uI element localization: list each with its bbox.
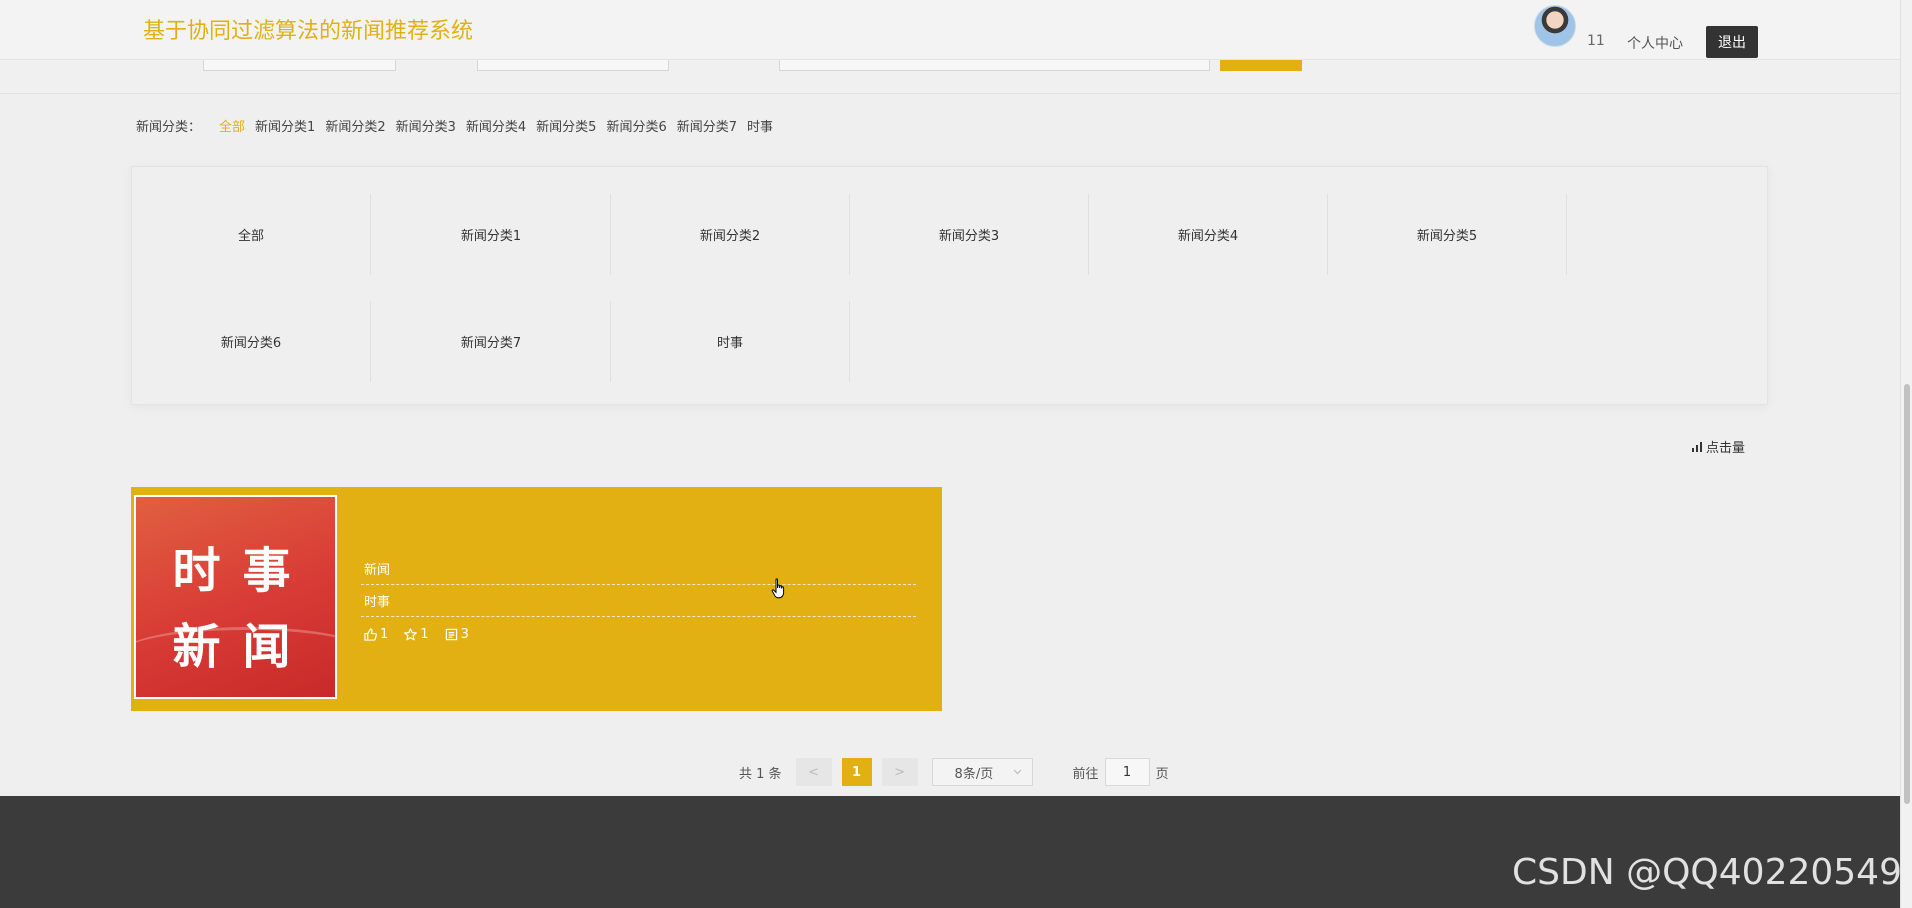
search-button[interactable] bbox=[1220, 60, 1302, 71]
prev-page-button[interactable]: < bbox=[795, 758, 832, 786]
category-cell-4[interactable]: 新闻分类4 bbox=[1089, 194, 1328, 275]
filter-item-cat2[interactable]: 新闻分类2 bbox=[325, 116, 385, 135]
category-cell-all[interactable]: 全部 bbox=[132, 194, 371, 275]
page-size-value: 8条/页 bbox=[954, 766, 994, 782]
views-icon bbox=[445, 628, 457, 641]
category-cell-6[interactable]: 新闻分类6 bbox=[132, 301, 371, 382]
filter-item-cat5[interactable]: 新闻分类5 bbox=[536, 116, 596, 135]
favorites-count: 1 bbox=[420, 627, 429, 642]
category-grid: 全部 新闻分类1 新闻分类2 新闻分类3 新闻分类4 新闻分类5 新闻分类6 新… bbox=[131, 166, 1768, 405]
filter-item-all[interactable]: 全部 bbox=[219, 116, 245, 135]
category-cell-3[interactable]: 新闻分类3 bbox=[850, 194, 1089, 275]
thumbnail-text: 时事 新闻 bbox=[172, 543, 313, 675]
logout-button[interactable]: 退出 bbox=[1706, 26, 1758, 58]
watermark: CSDN @QQ402205496 bbox=[1512, 852, 1912, 893]
news-info: 新闻 时事 1 1 3 bbox=[361, 553, 916, 642]
page-jump: 前往 页 bbox=[1073, 758, 1169, 786]
scrollbar-thumb[interactable] bbox=[1904, 384, 1910, 804]
likes-count: 1 bbox=[380, 627, 389, 642]
views-stat: 3 bbox=[445, 627, 469, 642]
category-filter: 新闻分类： 全部 新闻分类1 新闻分类2 新闻分类3 新闻分类4 新闻分类5 新… bbox=[136, 116, 773, 135]
views-count: 3 bbox=[460, 627, 469, 642]
thumbs-up-icon bbox=[364, 628, 377, 641]
username: 11 bbox=[1587, 33, 1605, 49]
pagination-total: 共 1 条 bbox=[739, 766, 782, 782]
news-title[interactable]: 新闻 bbox=[361, 553, 916, 585]
news-category: 时事 bbox=[361, 585, 916, 617]
search-input-title[interactable] bbox=[203, 60, 396, 71]
news-card[interactable]: 时事 新闻 新闻 时事 1 1 3 bbox=[131, 487, 942, 711]
next-page-button[interactable]: > bbox=[881, 758, 918, 786]
star-icon bbox=[404, 628, 418, 641]
chevron-down-icon bbox=[1013, 769, 1021, 775]
favorites-stat: 1 bbox=[404, 627, 429, 642]
sort-label: 点击量 bbox=[1706, 441, 1746, 456]
filter-item-cat1[interactable]: 新闻分类1 bbox=[255, 116, 315, 135]
user-avatar[interactable] bbox=[1534, 5, 1576, 47]
filter-item-cat3[interactable]: 新闻分类3 bbox=[396, 116, 456, 135]
goto-suffix: 页 bbox=[1155, 766, 1169, 782]
chart-icon bbox=[1692, 441, 1702, 452]
filter-item-cat6[interactable]: 新闻分类6 bbox=[606, 116, 666, 135]
filter-item-current[interactable]: 时事 bbox=[747, 116, 773, 135]
filter-item-cat4[interactable]: 新闻分类4 bbox=[466, 116, 526, 135]
page-size-select[interactable]: 8条/页 bbox=[931, 758, 1033, 786]
goto-page-input[interactable] bbox=[1104, 758, 1150, 786]
page-number-current[interactable]: 1 bbox=[841, 758, 872, 786]
search-input-category[interactable] bbox=[477, 60, 669, 71]
category-cell-5[interactable]: 新闻分类5 bbox=[1328, 194, 1567, 275]
vertical-scrollbar[interactable] bbox=[1900, 0, 1912, 908]
category-cell-7[interactable]: 新闻分类7 bbox=[372, 301, 611, 382]
news-stats: 1 1 3 bbox=[361, 627, 916, 642]
personal-center-link[interactable]: 个人中心 bbox=[1627, 33, 1683, 53]
goto-label: 前往 bbox=[1072, 766, 1099, 782]
search-input-keyword[interactable] bbox=[779, 60, 1210, 71]
category-cell-1[interactable]: 新闻分类1 bbox=[372, 194, 611, 275]
likes-stat: 1 bbox=[364, 627, 388, 642]
sort-by-clicks[interactable]: 点击量 bbox=[1691, 437, 1745, 456]
pagination: 共 1 条 < 1 > 8条/页 前往 页 bbox=[739, 758, 1169, 786]
filter-label: 新闻分类： bbox=[136, 120, 202, 135]
site-title[interactable]: 基于协同过滤算法的新闻推荐系统 bbox=[143, 13, 473, 45]
category-cell-2[interactable]: 新闻分类2 bbox=[611, 194, 850, 275]
category-cell-current[interactable]: 时事 bbox=[611, 301, 850, 382]
top-header: 基于协同过滤算法的新闻推荐系统 11 个人中心 退出 bbox=[0, 0, 1900, 60]
filter-item-cat7[interactable]: 新闻分类7 bbox=[677, 116, 737, 135]
hand-cursor-icon bbox=[771, 578, 785, 599]
news-thumbnail[interactable]: 时事 新闻 bbox=[134, 495, 337, 699]
